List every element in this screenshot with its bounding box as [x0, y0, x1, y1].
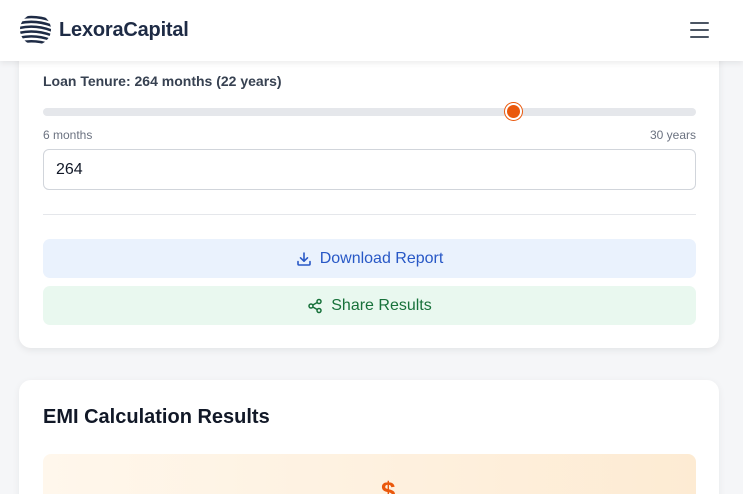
download-icon: [296, 251, 311, 266]
slider-min-label: 6 months: [43, 128, 93, 142]
download-report-label: Download Report: [319, 249, 444, 267]
download-report-button[interactable]: Download Report: [43, 239, 696, 278]
hamburger-menu-icon[interactable]: [686, 17, 714, 43]
menu-line: [690, 36, 709, 38]
menu-line: [690, 22, 709, 24]
emi-result-box: $: [43, 454, 696, 494]
menu-line: [690, 29, 709, 31]
share-results-label: Share Results: [331, 296, 432, 314]
brand-name[interactable]: LexoraCapital: [59, 19, 189, 42]
share-results-button[interactable]: Share Results: [43, 286, 696, 325]
logo-icon[interactable]: [19, 13, 52, 46]
share-icon: [308, 298, 322, 313]
tenure-input[interactable]: [43, 149, 696, 190]
slider-max-label: 30 years: [649, 128, 696, 142]
tenure-slider-thumb[interactable]: [504, 103, 522, 120]
app-header: LexoraCapital: [0, 0, 743, 61]
divider: [43, 214, 696, 215]
emi-results-card: EMI Calculation Results $: [19, 380, 719, 494]
loan-tenure-label: Loan Tenure: 264 months (22 years): [43, 73, 282, 89]
results-title: EMI Calculation Results: [43, 406, 270, 428]
dollar-icon: $: [381, 476, 396, 494]
tenure-slider-track[interactable]: [43, 108, 696, 116]
loan-inputs-card: Loan Tenure: 264 months (22 years) 6 mon…: [19, 30, 719, 348]
